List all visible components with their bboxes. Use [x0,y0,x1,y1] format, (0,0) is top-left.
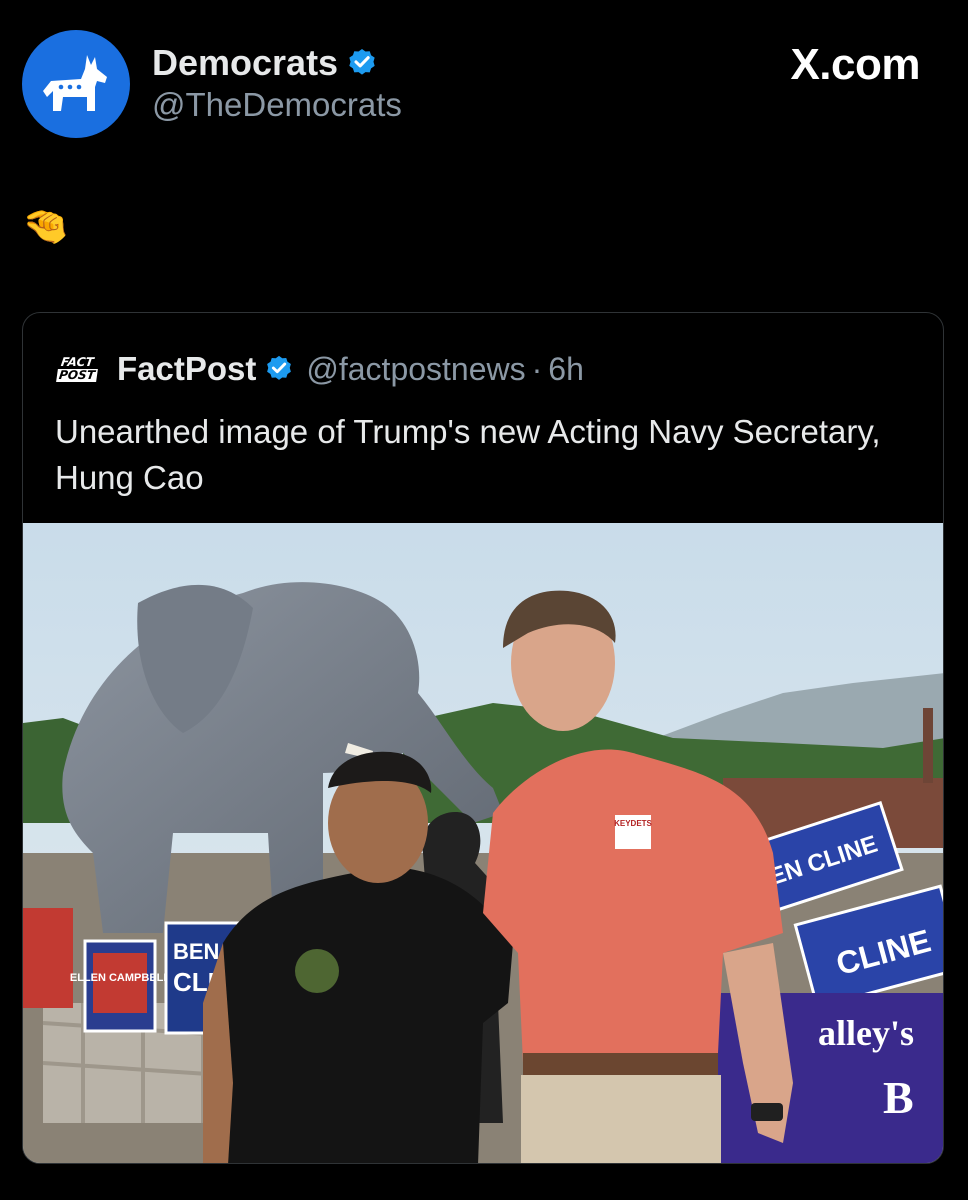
ellen-campbell-sign-text: ELLEN CAMPBELL [70,972,171,984]
verified-badge-icon [349,49,375,75]
wristwatch [751,1103,783,1121]
democrats-avatar[interactable] [22,30,130,138]
quoted-post-header: FACT POST FactPost @factpostnews · 6h [56,347,584,391]
chimney [923,708,933,783]
red-sign-left [23,908,73,1008]
author-name-row: Democrats [152,42,402,84]
quoted-post-photo[interactable]: ELLEN CAMPBELL BEN CLIN EN CLINE CLINE a… [23,523,943,1163]
quoted-author-name[interactable]: FactPost [117,350,256,388]
quoted-post-time[interactable]: 6h [548,351,584,388]
leather-belt [523,1053,718,1075]
factpost-avatar-text-bottom: POST [56,368,98,382]
quoted-post-card[interactable]: FACT POST FactPost @factpostnews · 6h Un… [22,312,944,1164]
man-black-polo [213,868,513,1163]
site-label: X.com [790,40,920,89]
author-handle[interactable]: @TheDemocrats [152,86,402,124]
author-name[interactable]: Democrats [152,42,338,84]
lens-flare [295,949,339,993]
quoted-post-text: Unearthed image of Trump's new Acting Na… [55,413,881,496]
banner-top-text: alley's [818,1013,914,1053]
post-text: 🤏 [22,206,70,248]
shirt-logo-text: KEYDETS [614,819,652,828]
quoted-author-handle[interactable]: @factpostnews [306,351,525,388]
banner-bottom-text: B [883,1072,914,1123]
verified-badge-icon [267,355,292,380]
donkey-icon [43,55,107,111]
photo-illustration: ELLEN CAMPBELL BEN CLIN EN CLINE CLINE a… [23,523,943,1163]
author-block: Democrats @TheDemocrats [152,42,402,124]
factpost-avatar[interactable]: FACT POST [56,349,98,389]
ben-cline-sign-top-text: BEN [173,939,219,964]
post-header: Democrats @TheDemocrats X.com [22,30,946,140]
khaki-pants [521,1075,721,1163]
separator-dot: · [531,350,543,387]
